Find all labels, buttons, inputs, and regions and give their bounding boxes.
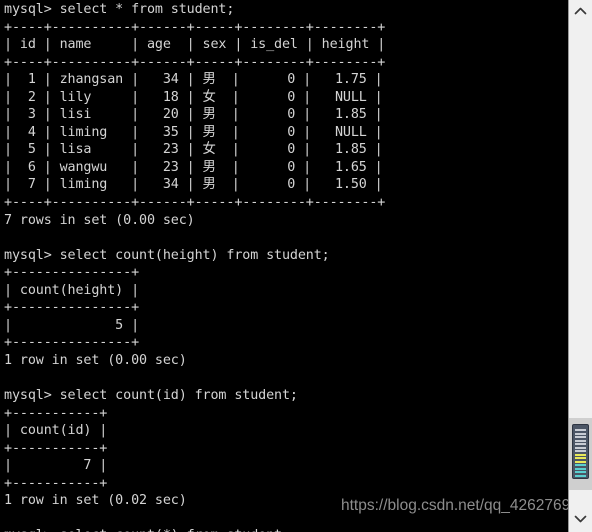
scroll-down-button[interactable] <box>569 508 592 532</box>
terminal-line: | 6 | wangwu | 23 | 男 | 0 | 1.65 | <box>4 159 383 175</box>
terminal-line: +----+----------+------+-----+--------+-… <box>4 19 386 35</box>
terminal-line: 1 row in set (0.00 sec) <box>4 352 187 368</box>
terminal-line: | 5 | lisa | 23 | 女 | 0 | 1.85 | <box>4 142 383 158</box>
scrollbar-thumb-grip-line <box>575 450 586 452</box>
terminal-line: | 5 | <box>4 317 140 333</box>
terminal-line: +-----------+ <box>4 475 108 491</box>
scrollbar-thumb-grip-line <box>575 446 586 449</box>
chevron-up-icon <box>569 7 592 15</box>
terminal-line: | 7 | <box>4 458 108 474</box>
terminal-line: mysql> select count(*) from student; <box>4 527 564 532</box>
scrollbar-thumb-grip-line <box>575 471 586 473</box>
scrollbar-thumb-grip-line <box>575 457 586 459</box>
terminal-line: | 4 | liming | 35 | 男 | 0 | NULL | <box>4 124 383 140</box>
scrollbar-thumb-grip-line <box>575 443 586 445</box>
scroll-up-button[interactable] <box>569 0 592 24</box>
terminal-line: | 7 | liming | 34 | 男 | 0 | 1.50 | <box>4 177 383 193</box>
scrollbar-thumb-grip-line <box>575 436 586 438</box>
terminal-line: +----+----------+------+-----+--------+-… <box>4 54 386 70</box>
terminal-text: mysql> select * from student; +----+-----… <box>4 1 564 532</box>
scrollbar-thumb-grip-line <box>575 429 586 431</box>
scrollbar-thumb-grip-line <box>575 439 586 442</box>
scrollbar-thumb-grip-line <box>575 453 586 456</box>
scrollbar-thumb-grip-line <box>575 432 586 435</box>
scrollbar-thumb-grip-line <box>575 464 586 466</box>
watermark-text: https://blog.csdn.net/qq_4262769 <box>341 497 571 514</box>
terminal-line: +---------------+ <box>4 265 140 281</box>
terminal-line: | 1 | zhangsan | 34 | 男 | 0 | 1.75 | <box>4 72 383 88</box>
scrollbar-thumb-grip-line <box>575 474 586 477</box>
terminal-line: | count(height) | <box>4 282 140 298</box>
vertical-scrollbar[interactable] <box>568 0 592 532</box>
terminal-line: +---------------+ <box>4 300 140 316</box>
terminal-line: | 2 | lily | 18 | 女 | 0 | NULL | <box>4 89 383 105</box>
scrollbar-thumb-grip-line <box>575 460 586 463</box>
terminal-screen: mysql> select * from student; +----+-----… <box>0 0 592 532</box>
terminal-line: | 3 | lisi | 20 | 男 | 0 | 1.85 | <box>4 107 383 123</box>
terminal-line: +----+----------+------+-----+--------+-… <box>4 195 386 211</box>
terminal-line: 7 rows in set (0.00 sec) <box>4 212 195 228</box>
terminal-line: +-----------+ <box>4 405 108 421</box>
terminal-output-area[interactable]: mysql> select * from student; +----+-----… <box>0 0 568 532</box>
chevron-down-icon <box>569 515 592 523</box>
scrollbar-thumb-grip-line <box>575 467 586 470</box>
terminal-line: +-----------+ <box>4 440 108 456</box>
terminal-line: mysql> select count(height) from student… <box>4 247 330 263</box>
terminal-line: +---------------+ <box>4 335 140 351</box>
terminal-line: | count(id) | <box>4 423 108 439</box>
terminal-line: mysql> select count(id) from student; <box>4 388 298 404</box>
terminal-line: mysql> select * from student; <box>4 2 235 17</box>
terminal-line: | id | name | age | sex | is_del | heigh… <box>4 37 386 53</box>
scrollbar-thumb[interactable] <box>572 424 589 479</box>
